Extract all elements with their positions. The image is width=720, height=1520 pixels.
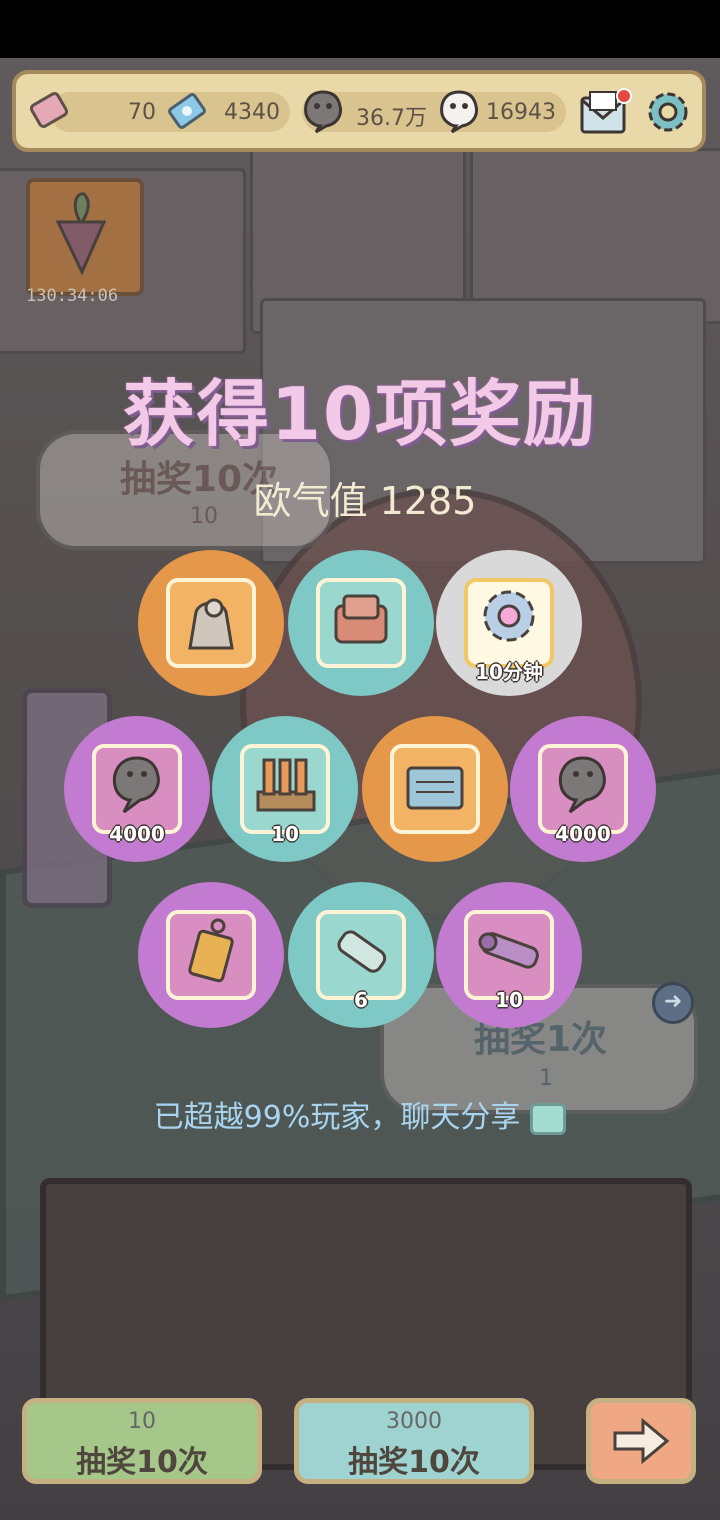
arrow-right-icon [613, 1417, 670, 1465]
pieta-statue-icon [188, 598, 234, 650]
ghost-cost: 3000 [386, 1409, 442, 1434]
draw-10-ghost-button[interactable]: 3000 抽奖10次 [294, 1398, 534, 1484]
reward-item-stone-tablet[interactable] [362, 716, 508, 862]
stone-tablet-icon [406, 766, 464, 810]
share-text: 已超越99%玩家，聊天分享 [153, 1100, 521, 1135]
event-timer: 130:34:06 [26, 286, 119, 306]
reward-qty: 6 [354, 988, 368, 1012]
reward-qty: 10分钟 [475, 660, 543, 684]
reward-item-amulet[interactable] [138, 882, 284, 1028]
reward-item-scroll[interactable]: 6 [288, 882, 434, 1028]
reward-qty: 10 [271, 822, 299, 846]
draw-10-ticket-button[interactable]: 10 抽奖10次 [22, 1398, 262, 1484]
throne-chair-icon [334, 594, 388, 644]
bg-arrow-icon: ➜ [652, 982, 694, 1024]
ticket-cost: 10 [128, 1409, 156, 1434]
radish-icon [55, 192, 107, 276]
dark-ghost-icon [304, 90, 342, 134]
reward-item-cannon[interactable]: 10 [436, 882, 582, 1028]
reward-qty: 4000 [555, 822, 611, 846]
luck-value: 欧气值 1285 [253, 479, 477, 523]
draw-10-label: 抽奖10次 [76, 1445, 208, 1480]
event-card[interactable] [26, 178, 144, 296]
reward-qty: 4000 [109, 822, 165, 846]
currency-bar: 70 4340 36.7万 16943 [12, 70, 706, 152]
bg-draw-1-cost: 1 [539, 1066, 553, 1091]
share-row[interactable]: 已超越99%玩家，聊天分享 [0, 1092, 720, 1136]
reward-item-ghost-2[interactable]: 4000 [510, 716, 656, 862]
game-screen: 抽奖10次 10 抽奖1次 1 ➜ 70 4340 36.7万 16943 13… [0, 0, 720, 1520]
reward-item-tube-machine[interactable]: 10 [212, 716, 358, 862]
white-ghost-count: 16943 [486, 100, 556, 125]
reward-item-gear-boost[interactable]: 10分钟 [436, 550, 582, 696]
result-title: 获得10项奖励 [122, 372, 598, 456]
crystal-count: 4340 [224, 100, 280, 125]
share-icon[interactable] [530, 1102, 567, 1135]
next-button[interactable] [586, 1398, 696, 1484]
mail-icon[interactable] [576, 84, 634, 140]
dark-ghost-count: 36.7万 [356, 106, 427, 131]
status-bar [0, 0, 720, 58]
amulet-icon [188, 918, 234, 983]
reward-qty: 10 [495, 988, 523, 1012]
reward-item-ghost-1[interactable]: 4000 [64, 716, 210, 862]
draw-10-label: 抽奖10次 [348, 1445, 480, 1480]
ticket-icon [29, 92, 69, 128]
ticket-count: 70 [128, 100, 156, 125]
reward-item-throne[interactable] [288, 550, 434, 696]
settings-gear-icon[interactable] [640, 84, 696, 140]
blue-crystal-icon [168, 93, 206, 129]
reward-item-statue[interactable] [138, 550, 284, 696]
white-ghost-icon [440, 90, 478, 134]
